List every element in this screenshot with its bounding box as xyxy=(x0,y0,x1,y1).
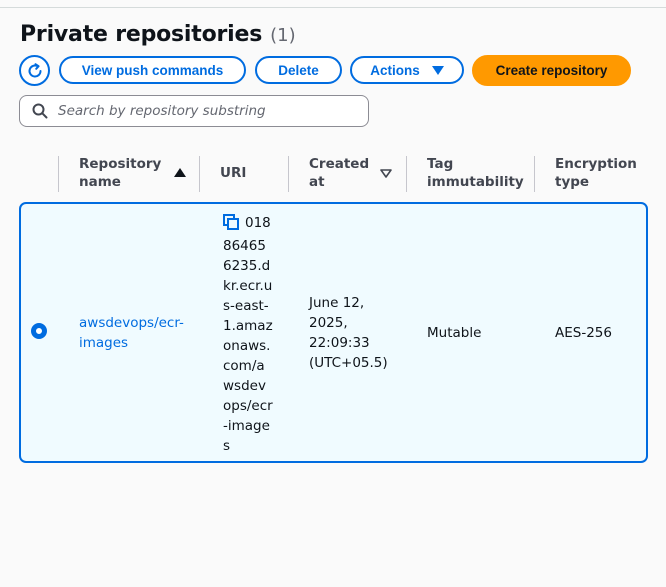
header-label: Repository xyxy=(79,156,162,172)
caret-down-icon xyxy=(431,65,444,75)
repository-uri: 018864656235.dkr.ecr.us-east-1.amazonaws… xyxy=(223,215,273,454)
actions-label: Actions xyxy=(370,62,420,78)
header-label: URI xyxy=(220,165,247,181)
created-at-line: 2025, xyxy=(309,315,348,331)
column-header-tag-immutability[interactable]: Tag immutability xyxy=(427,155,524,191)
repository-name-line[interactable]: images xyxy=(79,335,128,351)
copy-icon[interactable] xyxy=(223,214,239,236)
actions-dropdown-button[interactable]: Actions xyxy=(350,56,464,84)
header-label: at xyxy=(309,174,325,190)
column-divider xyxy=(406,156,407,192)
column-divider xyxy=(288,156,289,192)
header-label: immutability xyxy=(427,174,524,190)
column-divider xyxy=(199,156,200,192)
column-header-uri: URI xyxy=(220,164,246,182)
create-repository-button[interactable]: Create repository xyxy=(472,55,631,86)
repository-name-line[interactable]: awsdevops/ecr- xyxy=(79,315,184,331)
header-label: Tag xyxy=(427,156,454,172)
uri-cell: 018864656235.dkr.ecr.us-east-1.amazonaws… xyxy=(223,213,273,456)
column-divider xyxy=(58,156,59,192)
tag-immutability-value: Mutable xyxy=(427,325,482,341)
repository-count: (1) xyxy=(270,25,296,46)
created-at-line: June 12, xyxy=(309,295,365,311)
page-header: Private repositories (1) xyxy=(20,22,296,52)
header-label: Encryption xyxy=(555,156,637,172)
header-label: Created xyxy=(309,156,370,172)
view-push-commands-button[interactable]: View push commands xyxy=(59,56,246,84)
delete-button[interactable]: Delete xyxy=(255,56,342,84)
column-header-encryption-type[interactable]: Encryption type xyxy=(555,155,637,191)
created-at-line: 22:09:33 xyxy=(309,335,370,351)
search-input[interactable] xyxy=(56,102,360,120)
top-divider xyxy=(0,7,666,8)
encryption-type-value: AES-256 xyxy=(555,325,612,341)
sort-ascending-icon[interactable] xyxy=(174,168,186,177)
column-header-created-at[interactable]: Created at xyxy=(309,155,369,191)
repository-name-link[interactable]: awsdevops/ecr- images xyxy=(79,313,184,353)
row-select-radio[interactable] xyxy=(31,323,47,339)
search-box[interactable] xyxy=(19,95,369,127)
created-at-line: (UTC+05.5) xyxy=(309,355,388,371)
header-label: name xyxy=(79,174,121,190)
page-title: Private repositories xyxy=(20,22,263,47)
header-label: type xyxy=(555,174,590,190)
created-at-cell: June 12, 2025, 22:09:33 (UTC+05.5) xyxy=(309,293,388,373)
column-divider xyxy=(534,156,535,192)
refresh-button[interactable] xyxy=(19,55,50,86)
refresh-icon xyxy=(28,62,41,77)
sort-descending-icon[interactable] xyxy=(380,169,392,178)
search-icon xyxy=(32,103,48,119)
column-header-repository-name[interactable]: Repository name xyxy=(79,155,161,191)
